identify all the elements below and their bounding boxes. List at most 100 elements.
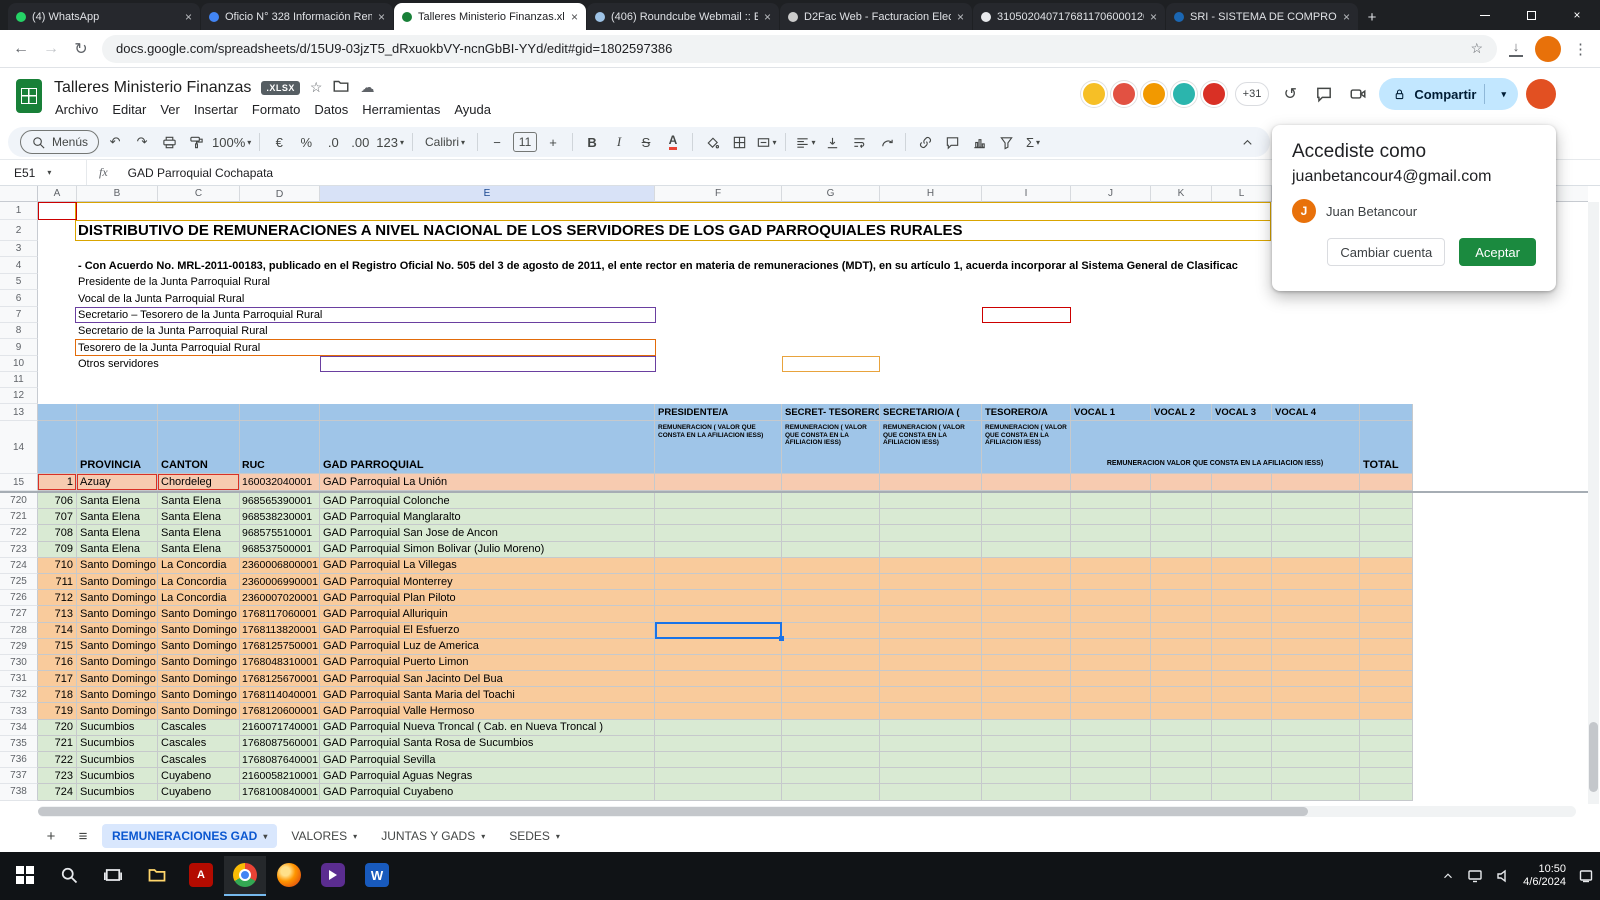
cell[interactable] [880, 720, 982, 736]
cell[interactable] [38, 404, 77, 421]
display-icon[interactable] [1467, 868, 1483, 884]
cell[interactable]: Santo Domingo [77, 655, 158, 671]
cell[interactable]: Santo Domingo [158, 623, 240, 639]
cell[interactable]: 714 [38, 623, 77, 639]
cloud-status-icon[interactable]: ☁ [360, 79, 374, 96]
cell[interactable] [1151, 542, 1212, 558]
cell[interactable]: 1 [38, 474, 77, 491]
tray-chevron-icon[interactable] [1441, 869, 1455, 883]
cell[interactable] [1272, 623, 1360, 639]
cell[interactable] [655, 623, 782, 639]
row-number[interactable]: 10 [0, 356, 38, 372]
cell[interactable] [1151, 623, 1212, 639]
move-folder-icon[interactable] [332, 77, 350, 98]
cell[interactable] [1212, 542, 1272, 558]
cell[interactable]: Sucumbios [77, 768, 158, 784]
browser-tab[interactable]: D2Fac Web - Facturacion Electr× [780, 3, 972, 30]
cell[interactable]: PRESIDENTE/A [655, 404, 782, 421]
row-number[interactable]: 6 [0, 290, 38, 307]
cell[interactable]: 2360007020001 [240, 590, 320, 606]
cell[interactable]: GAD Parroquial El Esfuerzo [320, 623, 655, 639]
column-header-I[interactable]: I [982, 186, 1071, 202]
cell[interactable] [655, 574, 782, 590]
cell[interactable] [880, 623, 982, 639]
cell[interactable] [1212, 509, 1272, 525]
cell[interactable] [158, 404, 240, 421]
add-sheet-button[interactable]: + [38, 828, 64, 845]
cell[interactable] [1151, 655, 1212, 671]
row-number[interactable]: 14 [0, 421, 38, 474]
cell[interactable] [1360, 404, 1413, 421]
cell[interactable]: 160032040001 [240, 474, 320, 491]
cell[interactable] [880, 768, 982, 784]
cell[interactable]: GAD Parroquial Sevilla [320, 752, 655, 768]
cell[interactable] [1212, 671, 1272, 687]
cell[interactable] [1071, 574, 1151, 590]
cell[interactable] [1360, 474, 1413, 491]
insert-link-button[interactable] [914, 130, 936, 154]
formula-input[interactable]: GAD Parroquial Cochapata [120, 166, 273, 180]
column-header-F[interactable]: F [655, 186, 782, 202]
increase-decimals-button[interactable]: .00 [349, 130, 371, 154]
row-number[interactable]: 15 [0, 474, 38, 491]
column-header-C[interactable]: C [158, 186, 240, 202]
cell[interactable]: Cascales [158, 752, 240, 768]
cell[interactable]: Santa Elena [77, 542, 158, 558]
row-number[interactable]: 727 [0, 606, 38, 622]
cell[interactable] [77, 404, 158, 421]
column-header-G[interactable]: G [782, 186, 880, 202]
cell[interactable] [1272, 639, 1360, 655]
new-tab-button[interactable]: + [1359, 4, 1385, 30]
cell[interactable]: 724 [38, 784, 77, 800]
column-header-J[interactable]: J [1071, 186, 1151, 202]
cell[interactable] [982, 590, 1071, 606]
cell[interactable] [1212, 493, 1272, 509]
cell[interactable] [1071, 558, 1151, 574]
file-explorer-button[interactable] [136, 856, 178, 896]
cell[interactable]: 1768048310001 [240, 655, 320, 671]
text-rotation-button[interactable] [875, 130, 897, 154]
cell[interactable]: Santo Domingo [77, 671, 158, 687]
downloads-icon[interactable]: ↓ [1509, 41, 1523, 57]
more-formats-button[interactable]: 123▾ [376, 130, 404, 154]
cell[interactable] [880, 606, 982, 622]
cell[interactable]: Santa Elena [77, 493, 158, 509]
cell[interactable]: La Concordia [158, 558, 240, 574]
tab-close-icon[interactable]: × [378, 10, 385, 24]
cell[interactable] [982, 655, 1071, 671]
cell[interactable] [782, 639, 880, 655]
cell[interactable]: Sucumbios [77, 736, 158, 752]
cell[interactable] [1071, 474, 1151, 491]
cell[interactable]: Santo Domingo [158, 639, 240, 655]
menu-ayuda[interactable]: Ayuda [447, 99, 498, 120]
cell[interactable] [1212, 655, 1272, 671]
cell[interactable] [1272, 558, 1360, 574]
cell[interactable]: Sucumbios [77, 784, 158, 800]
cell[interactable]: GAD Parroquial Valle Hermoso [320, 703, 655, 719]
cell[interactable] [655, 474, 782, 491]
text-wrap-button[interactable] [848, 130, 870, 154]
strikethrough-button[interactable]: S [635, 130, 657, 154]
row-number[interactable]: 736 [0, 752, 38, 768]
row-number[interactable]: 734 [0, 720, 38, 736]
cell[interactable] [655, 655, 782, 671]
collaborator-avatar[interactable] [1111, 81, 1137, 107]
cell[interactable] [1071, 655, 1151, 671]
media-player-button[interactable] [312, 856, 354, 896]
cell[interactable] [1272, 703, 1360, 719]
cell[interactable] [1212, 590, 1272, 606]
cell[interactable]: VOCAL 2 [1151, 404, 1212, 421]
collaborators-overflow-badge[interactable]: +31 [1235, 82, 1270, 106]
cell[interactable] [1071, 525, 1151, 541]
version-history-icon[interactable]: ↺ [1277, 84, 1303, 104]
cell[interactable] [880, 671, 982, 687]
tab-close-icon[interactable]: × [1150, 10, 1157, 24]
row-number[interactable]: 733 [0, 703, 38, 719]
cell[interactable] [1272, 655, 1360, 671]
cell[interactable] [982, 474, 1071, 491]
tab-close-icon[interactable]: × [571, 10, 578, 24]
cell[interactable] [782, 768, 880, 784]
cell[interactable]: Santo Domingo [158, 671, 240, 687]
cell[interactable]: Santa Elena [158, 493, 240, 509]
cell[interactable]: Santa Elena [158, 525, 240, 541]
